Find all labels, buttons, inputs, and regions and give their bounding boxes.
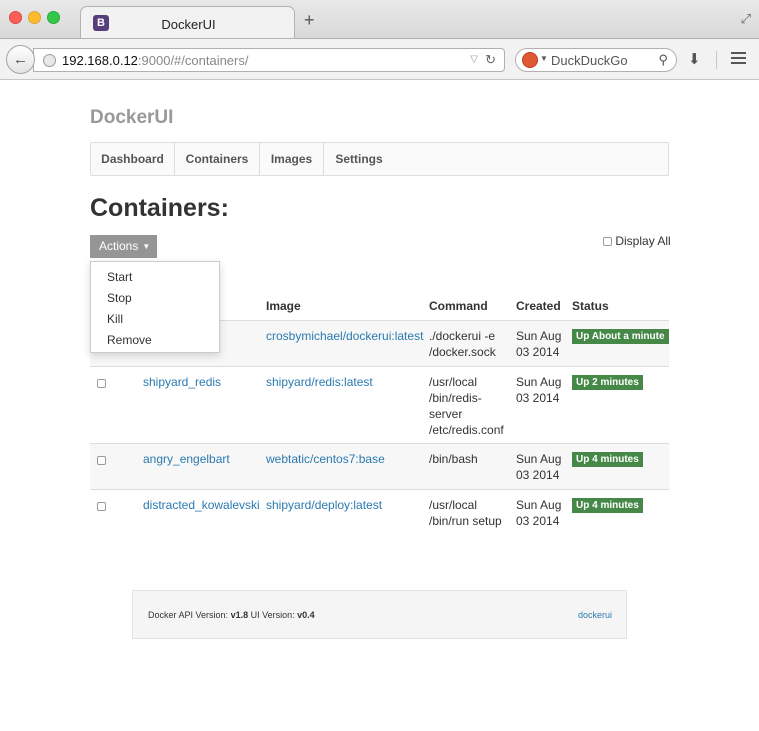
display-all-toggle[interactable]: Display All: [603, 234, 671, 248]
new-tab-plus-icon[interactable]: +: [304, 11, 315, 29]
container-image-link[interactable]: crosbymichael/dockerui:latest: [266, 328, 423, 344]
command-line: ./dockerui -e: [429, 329, 496, 343]
nav-images[interactable]: Images: [260, 143, 324, 175]
created-line: 03 2014: [516, 345, 560, 359]
api-version-value: v1.8: [230, 610, 249, 620]
toolbar-divider: [716, 51, 717, 69]
status-badge: Up About a minute: [572, 329, 669, 344]
page-footer: Docker API Version: v1.8 UI Version: v0.…: [132, 590, 627, 639]
container-name-link[interactable]: angry_engelbart: [143, 451, 230, 467]
menu-item-remove[interactable]: Remove: [107, 333, 152, 347]
command-line: /usr/local: [429, 498, 478, 512]
container-command: /bin/bash: [429, 451, 478, 467]
menu-item-kill[interactable]: Kill: [107, 312, 123, 326]
menu-item-stop[interactable]: Stop: [107, 291, 132, 305]
nav-containers[interactable]: Containers: [175, 143, 260, 175]
created-line: 03 2014: [516, 468, 560, 482]
browser-tab-bar: B DockerUI + ⤢: [0, 0, 759, 39]
container-created: Sun Aug 03 2014: [516, 374, 561, 406]
container-command: ./dockerui -e/docker.sock: [429, 328, 496, 360]
created-line: Sun Aug: [516, 498, 562, 512]
col-header-command: Command: [429, 299, 488, 313]
actions-button[interactable]: Actions ▼: [90, 235, 157, 258]
zoom-window-button[interactable]: [47, 11, 60, 24]
fullscreen-arrows-icon[interactable]: ⤢: [741, 11, 751, 27]
command-line: /docker.sock: [429, 345, 496, 359]
command-line: /bin/run setup: [429, 514, 502, 528]
container-command: /usr/local/bin/redis-server/etc/redis.co…: [429, 374, 504, 438]
container-image-link[interactable]: webtatic/centos7:base: [266, 451, 385, 467]
duckduckgo-logo-icon[interactable]: [522, 52, 538, 68]
search-icon[interactable]: ⚲: [658, 52, 668, 68]
browser-tab[interactable]: B DockerUI: [80, 6, 295, 39]
display-all-checkbox[interactable]: [603, 237, 612, 246]
page-content: DockerUI Dashboard Containers Images Set…: [0, 80, 759, 731]
container-image-link[interactable]: shipyard/deploy:latest: [266, 497, 382, 513]
page-title: Containers:: [90, 194, 229, 222]
container-created: Sun Aug 03 2014: [516, 451, 561, 483]
container-command: /usr/local/bin/run setup: [429, 497, 502, 529]
close-window-button[interactable]: [9, 11, 22, 24]
row-checkbox[interactable]: [97, 379, 106, 388]
url-host: 192.168.0.12: [62, 53, 138, 68]
created-line: Sun Aug: [516, 452, 562, 466]
history-dropdown-icon[interactable]: ▽: [470, 54, 478, 65]
reload-icon[interactable]: ↻: [485, 52, 496, 68]
command-line: server: [429, 407, 463, 421]
actions-label: Actions: [99, 239, 139, 253]
minimize-window-button[interactable]: [28, 11, 41, 24]
hamburger-menu-icon[interactable]: [731, 52, 746, 67]
created-line: 03 2014: [516, 514, 560, 528]
command-line: /etc/redis.conf: [429, 423, 504, 437]
app-brand[interactable]: DockerUI: [90, 107, 173, 129]
search-engine-dropdown-icon[interactable]: ▼: [540, 54, 548, 63]
caret-down-icon: ▼: [142, 242, 151, 251]
version-info: Docker API Version: v1.8 UI Version: v0.…: [148, 610, 315, 620]
url-text[interactable]: 192.168.0.12:9000/#/containers/: [62, 53, 248, 68]
col-header-image: Image: [266, 299, 301, 313]
container-name-link[interactable]: distracted_kowalevski: [143, 497, 260, 513]
created-line: Sun Aug: [516, 329, 562, 343]
api-version-label: Docker API Version:: [148, 610, 229, 620]
container-name-link[interactable]: shipyard_redis: [143, 374, 221, 390]
row-checkbox[interactable]: [97, 502, 106, 511]
command-line: /bin/redis-: [429, 391, 482, 405]
download-arrow-icon[interactable]: ⬇: [688, 50, 701, 68]
table-row: angry_engelbart webtatic/centos7:base /b…: [90, 443, 669, 489]
globe-icon: [43, 54, 56, 67]
status-badge: Up 4 minutes: [572, 452, 643, 467]
address-bar[interactable]: 192.168.0.12:9000/#/containers/ ▽ ↻: [33, 48, 505, 72]
search-bar[interactable]: ▼ DuckDuckGo ⚲: [515, 48, 677, 72]
menu-item-start[interactable]: Start: [107, 270, 132, 284]
status-badge: Up 4 minutes: [572, 498, 643, 513]
browser-toolbar: 192.168.0.12:9000/#/containers/ ▽ ↻ ← ▼ …: [0, 38, 759, 80]
dockerui-link[interactable]: dockerui: [578, 610, 612, 620]
url-path: :9000/#/containers/: [137, 53, 249, 68]
back-arrow-icon[interactable]: ←: [6, 45, 35, 74]
ui-version-value: v0.4: [297, 610, 315, 620]
col-header-created: Created: [516, 299, 561, 313]
nav-settings[interactable]: Settings: [324, 143, 394, 175]
display-all-label: Display All: [615, 234, 671, 248]
table-row: distracted_kowalevski shipyard/deploy:la…: [90, 489, 669, 535]
container-created: Sun Aug 03 2014: [516, 497, 561, 529]
tab-title: DockerUI: [161, 17, 216, 32]
command-line: /usr/local: [429, 375, 478, 389]
search-placeholder: DuckDuckGo: [551, 53, 628, 68]
container-created: Sun Aug 03 2014: [516, 328, 561, 360]
created-line: Sun Aug: [516, 375, 562, 389]
command-line: /bin/bash: [429, 452, 478, 466]
actions-dropdown-menu: Start Stop Kill Remove: [90, 261, 220, 353]
table-row: shipyard_redis shipyard/redis:latest /us…: [90, 366, 669, 443]
created-line: 03 2014: [516, 391, 560, 405]
main-nav: Dashboard Containers Images Settings: [90, 142, 669, 176]
row-checkbox[interactable]: [97, 456, 106, 465]
status-badge: Up 2 minutes: [572, 375, 643, 390]
col-header-status: Status: [572, 299, 609, 313]
ui-version-label: UI Version:: [250, 610, 295, 620]
nav-dashboard[interactable]: Dashboard: [91, 143, 175, 175]
container-image-link[interactable]: shipyard/redis:latest: [266, 374, 373, 390]
